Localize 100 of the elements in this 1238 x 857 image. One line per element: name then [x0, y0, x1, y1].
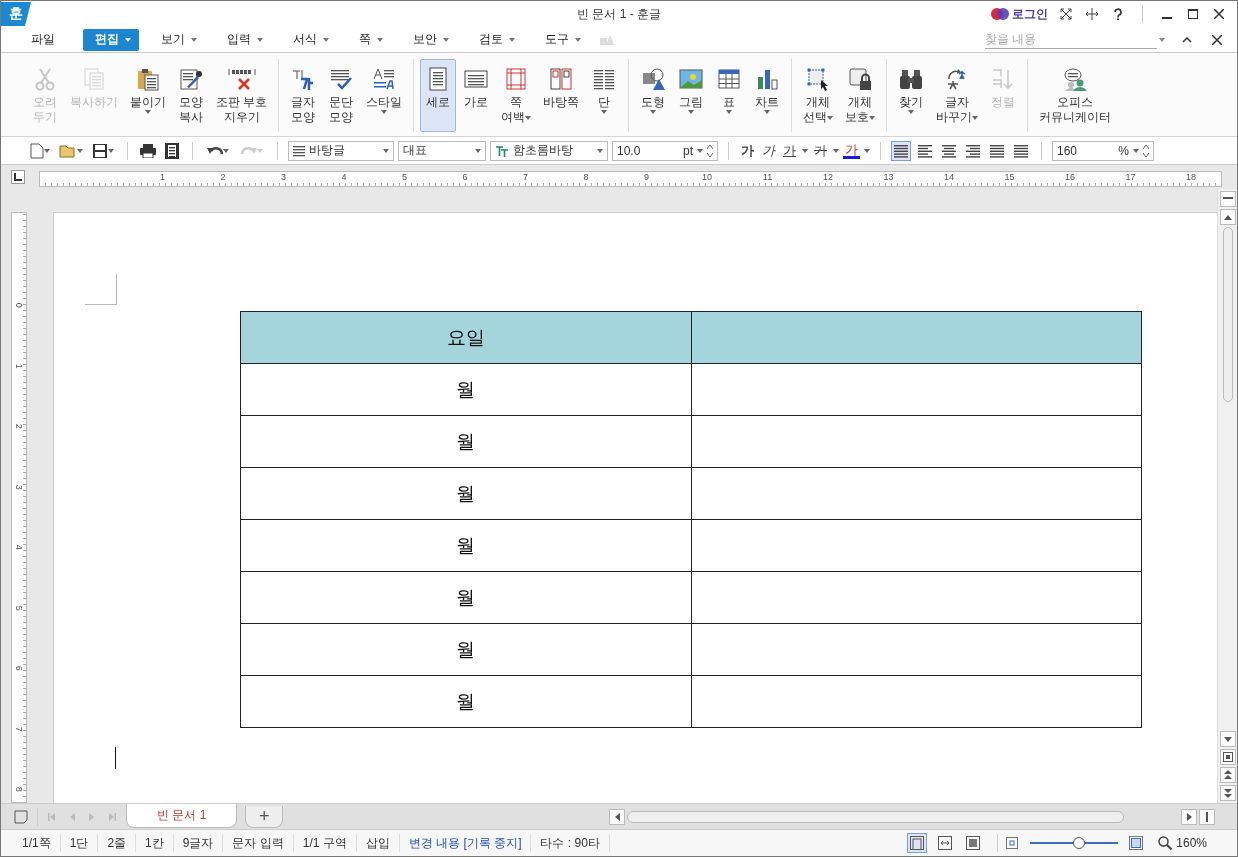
scroll-thumb[interactable] — [1222, 227, 1233, 402]
ribbon-button[interactable]: 붙이기 — [125, 59, 171, 132]
ribbon-button[interactable]: 글자 바꾸기 — [931, 59, 984, 132]
ribbon-button[interactable]: 모양 복사 — [173, 59, 209, 132]
outline-dropdown[interactable]: 대표 — [398, 140, 486, 161]
add-tab-button[interactable]: + — [245, 805, 284, 828]
new-document-button[interactable] — [27, 142, 53, 159]
split-button[interactable] — [1219, 191, 1236, 207]
font-size-field[interactable]: 10.0 pt — [612, 140, 718, 161]
ribbon-button[interactable]: 글자 모양 — [285, 59, 322, 132]
fullscreen-button[interactable] — [1058, 6, 1074, 22]
next-page-button[interactable] — [1219, 785, 1236, 801]
width-button[interactable] — [1084, 6, 1100, 22]
save-icon — [92, 142, 108, 159]
tab-type-button[interactable] — [11, 170, 25, 184]
ruler-number: 6 — [461, 172, 469, 184]
strike-button[interactable]: 가 — [812, 141, 829, 160]
menu-tab[interactable]: 보안 — [401, 28, 457, 51]
search-field[interactable]: 찾을 내용 — [985, 30, 1157, 49]
ribbon-button[interactable]: 개체 선택 — [798, 59, 839, 132]
previous-page-button[interactable] — [1219, 767, 1236, 783]
menu-tab[interactable]: 검토 — [467, 28, 523, 51]
zoom-slider[interactable] — [1030, 837, 1119, 849]
preview-button[interactable] — [162, 142, 182, 159]
menu-tab[interactable]: 쪽 — [347, 28, 391, 51]
align-button[interactable] — [891, 140, 911, 161]
vertical-ruler[interactable]: 0 1 2 3 4 5 6 7 8 — [11, 212, 27, 803]
ribbon-button[interactable]: 조판 부호 지우기 — [211, 59, 273, 132]
folder-icon — [59, 143, 77, 158]
scroll-right-button[interactable] — [1181, 808, 1197, 825]
menu-tab[interactable]: 파일 — [19, 28, 63, 51]
ribbon-button[interactable]: 가로 — [458, 59, 495, 132]
zoom-in-button[interactable] — [1128, 835, 1145, 851]
caret-icon — [833, 148, 839, 153]
scroll-up-button[interactable] — [1219, 209, 1236, 225]
print-button[interactable] — [138, 142, 158, 159]
char-shape-icon — [291, 67, 316, 91]
printer-icon — [140, 143, 156, 158]
view-mode-button[interactable] — [907, 833, 928, 853]
ruler-number: 0 — [13, 301, 25, 310]
horizontal-scroll-thumb[interactable] — [627, 810, 1124, 823]
ruler-number: 11 — [761, 172, 774, 184]
ribbon-button[interactable]: 쪽 여백 — [496, 59, 537, 132]
menu-tab[interactable]: 도구 — [533, 28, 589, 51]
style-dropdown[interactable]: 바탕글 — [288, 140, 394, 161]
ribbon-button[interactable]: 스타일 — [361, 59, 408, 132]
split-button[interactable] — [1199, 808, 1215, 825]
status-item: 문자 입력 — [223, 834, 294, 852]
open-button[interactable] — [57, 142, 85, 159]
caret-icon — [257, 148, 263, 153]
ruler-number: 1 — [13, 362, 25, 371]
ribbon-button[interactable]: 차트 — [749, 59, 786, 132]
close-button[interactable] — [1211, 6, 1227, 22]
bold-button[interactable]: 가 — [739, 141, 756, 160]
menu-tab[interactable]: 입력 — [215, 28, 271, 51]
ribbon-button[interactable]: 표 — [711, 59, 748, 132]
ribbon-button[interactable]: 단 — [586, 59, 623, 132]
ruler-number: 8 — [13, 785, 25, 794]
ribbon-button[interactable]: 문단 모양 — [323, 59, 360, 132]
ribbon-button[interactable]: 세로 — [420, 59, 457, 132]
document-icon — [30, 142, 44, 159]
scroll-left-button[interactable] — [609, 808, 625, 825]
ribbon-button[interactable]: 오피스 커뮤니케이터 — [1034, 59, 1117, 132]
ribbon-button[interactable]: 도형 — [635, 59, 672, 132]
slider-thumb[interactable] — [1072, 837, 1085, 849]
ruler-number: 15 — [1003, 172, 1016, 184]
memo-button[interactable] — [13, 808, 29, 825]
horizontal-ruler[interactable]: 1 2 3 4 5 6 7 8 9 10 11 12 13 14 15 16 17 18 — [39, 171, 1223, 187]
menu-tab[interactable]: 서식 — [281, 28, 337, 51]
scroll-down-button[interactable] — [1219, 731, 1236, 747]
ruler-number: 8 — [582, 172, 590, 184]
zoom-reading: 160% — [1176, 836, 1207, 850]
color-button[interactable]: 가 — [843, 142, 860, 159]
prev-icon — [68, 812, 76, 821]
ruler-number: 5 — [13, 604, 25, 613]
ribbon-button[interactable]: 그림 — [673, 59, 710, 132]
zoom-out-button[interactable] — [1004, 835, 1021, 851]
font-dropdown[interactable]: 함초롬바탕 — [490, 140, 608, 161]
status-item: 변경 내용 [기록 중지] — [399, 834, 532, 852]
ribbon-button[interactable]: 바탕쪽 — [538, 59, 585, 132]
ruler-number: 6 — [13, 664, 25, 673]
ruler-number: 18 — [1184, 172, 1197, 184]
zoom-field[interactable]: 160 % — [1052, 140, 1154, 161]
italic-button[interactable]: 가 — [760, 141, 777, 160]
left-arrow-icon — [614, 812, 620, 821]
underline-button[interactable]: 가 — [781, 141, 798, 160]
page-view-button[interactable] — [1219, 749, 1236, 765]
style-icon — [372, 67, 397, 91]
login-link[interactable]: 로그인 — [991, 5, 1048, 23]
menu-tab[interactable]: 보기 — [149, 28, 205, 51]
document-page[interactable]: 요일 월 월 월 월 월 월 월 — [53, 212, 1217, 803]
document-tab[interactable]: 빈 문서 1 — [126, 803, 238, 828]
menu-tab[interactable]: 편집 — [83, 28, 139, 51]
account-icon — [991, 7, 1009, 21]
ribbon-button[interactable]: 개체 보호 — [840, 59, 881, 132]
status-item: 삽입 — [356, 834, 400, 852]
image-icon — [679, 67, 704, 91]
status-item: 1/1 구역 — [293, 834, 357, 852]
ribbon-button[interactable]: 찾기 — [893, 59, 930, 132]
master-page-icon — [549, 67, 574, 91]
